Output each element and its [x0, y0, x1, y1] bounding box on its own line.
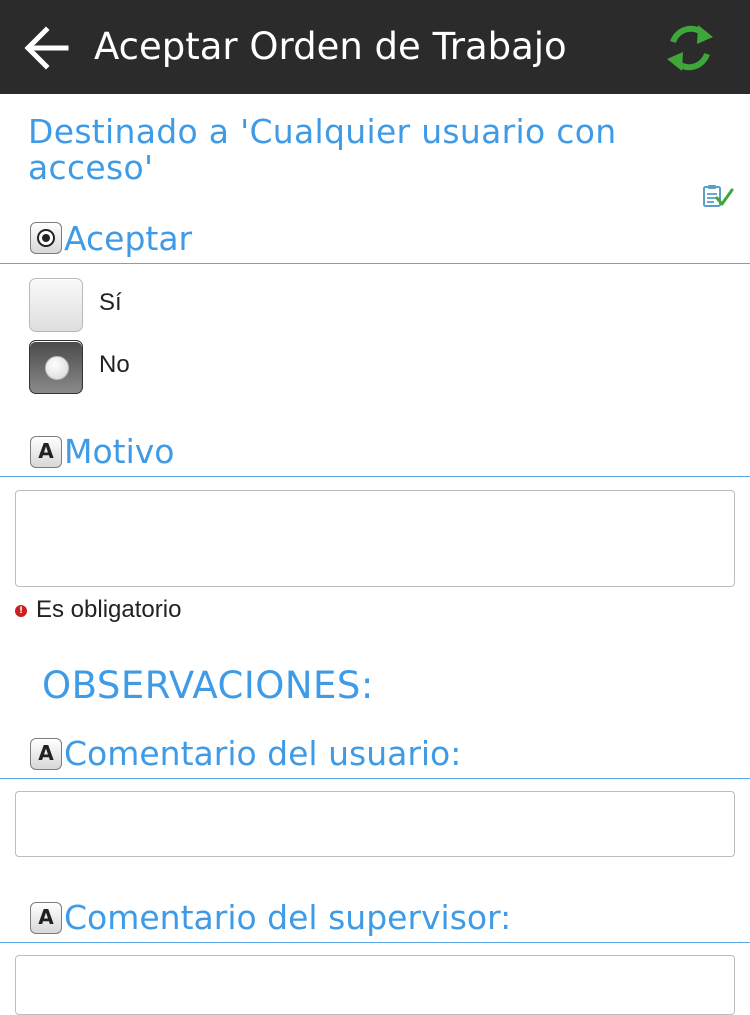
user-comment-input[interactable]	[15, 791, 735, 857]
supervisor-comment-label: Comentario del supervisor:	[64, 898, 512, 937]
option-yes[interactable]: Sí	[28, 278, 428, 334]
text-type-icon: A	[30, 902, 62, 934]
accept-section-header: Aceptar	[0, 214, 750, 264]
option-no[interactable]: No	[28, 340, 428, 396]
assignment-title: Destinado a 'Cualquier usuario con acces…	[28, 112, 617, 187]
radio-type-icon	[30, 222, 62, 254]
user-comment-label: Comentario del usuario:	[64, 734, 462, 773]
supervisor-comment-input[interactable]	[15, 955, 735, 1015]
app-bar: Aceptar Orden de Trabajo	[0, 0, 750, 94]
radio-no[interactable]	[29, 340, 83, 394]
radio-yes[interactable]	[29, 278, 83, 332]
user-comment-header: A Comentario del usuario:	[0, 730, 750, 779]
selected-knob	[45, 356, 69, 380]
refresh-icon[interactable]	[664, 20, 716, 76]
page-title: Aceptar Orden de Trabajo	[94, 25, 567, 68]
motivo-input[interactable]	[15, 490, 735, 587]
error-icon: !	[15, 605, 27, 617]
observations-heading: OBSERVACIONES:	[42, 664, 374, 707]
text-type-icon: A	[30, 738, 62, 770]
required-message: ! Es obligatorio	[15, 596, 415, 626]
option-yes-label: Sí	[99, 289, 122, 316]
required-text: Es obligatorio	[36, 596, 182, 623]
option-no-label: No	[99, 351, 130, 378]
text-type-icon: A	[30, 436, 62, 468]
motivo-label: Motivo	[64, 432, 175, 471]
accept-label: Aceptar	[64, 219, 193, 258]
arrow-left-icon[interactable]	[22, 24, 70, 72]
motivo-section-header: A Motivo	[0, 428, 750, 477]
supervisor-comment-header: A Comentario del supervisor:	[0, 894, 750, 943]
clipboard-check-icon	[703, 185, 734, 207]
